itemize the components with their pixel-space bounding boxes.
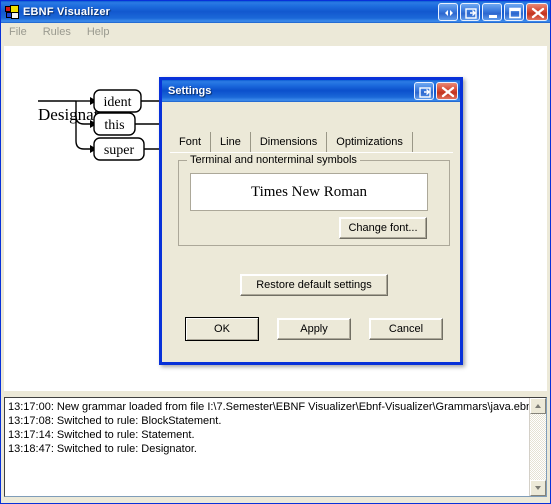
log-panel[interactable]: 13:17:00: New grammar loaded from file I…: [4, 397, 547, 497]
log-scrollbar[interactable]: [529, 398, 546, 496]
restore-down-icon[interactable]: [460, 3, 480, 21]
restore-defaults-button[interactable]: Restore default settings: [240, 274, 388, 296]
tab-font[interactable]: Font: [170, 132, 212, 152]
diagram-node-ident-label: ident: [104, 95, 132, 110]
change-font-button[interactable]: Change font...: [339, 217, 427, 239]
close-icon[interactable]: [436, 82, 458, 100]
apply-button[interactable]: Apply: [277, 318, 351, 340]
restore-down-icon[interactable]: [414, 82, 434, 100]
ok-button[interactable]: OK: [185, 317, 259, 341]
dialog-title: Settings: [168, 85, 212, 97]
font-preview-text: Times New Roman: [250, 183, 368, 200]
window-title-bar[interactable]: EBNF Visualizer: [1, 1, 550, 23]
log-line: 13:17:14: Switched to rule: Statement.: [8, 429, 195, 441]
log-text-area[interactable]: 13:17:00: New grammar loaded from file I…: [5, 398, 529, 496]
dialog-window-controls: [414, 82, 458, 100]
maximize-icon[interactable]: [504, 3, 524, 21]
close-icon[interactable]: [526, 3, 548, 21]
group-legend: Terminal and nonterminal symbols: [187, 154, 360, 166]
scrollbar-track[interactable]: [530, 414, 546, 480]
menu-item-file[interactable]: File: [7, 25, 35, 39]
menu-bar: File Rules Help: [1, 23, 550, 42]
tab-dimensions[interactable]: Dimensions: [251, 132, 328, 152]
arrows-lr-icon[interactable]: [438, 3, 458, 21]
tab-underline: [170, 152, 453, 153]
app-blocks-icon: [4, 4, 20, 20]
font-preview-box: Times New Roman: [190, 173, 428, 211]
tab-optimizations[interactable]: Optimizations: [327, 132, 413, 152]
scroll-up-icon[interactable]: [530, 398, 546, 414]
window-title: EBNF Visualizer: [23, 6, 111, 18]
log-line: 13:18:47: Switched to rule: Designator.: [8, 443, 197, 455]
log-line: 13:17:08: Switched to rule: BlockStateme…: [8, 415, 222, 427]
menu-item-help[interactable]: Help: [85, 25, 118, 39]
cancel-button[interactable]: Cancel: [369, 318, 443, 340]
window-controls: [438, 3, 548, 21]
main-window: EBNF Visualizer File Rules Help Designat…: [0, 0, 551, 504]
tab-line[interactable]: Line: [211, 132, 251, 152]
dialog-title-bar[interactable]: Settings: [159, 77, 463, 102]
terminal-symbols-group: Terminal and nonterminal symbols Times N…: [178, 154, 450, 246]
minimize-icon[interactable]: [482, 3, 502, 21]
settings-tabs: Font Line Dimensions Optimizations: [170, 132, 452, 152]
scroll-down-icon[interactable]: [530, 480, 546, 496]
dialog-body: Font Line Dimensions Optimizations Termi…: [162, 102, 460, 395]
menu-item-rules[interactable]: Rules: [41, 25, 79, 39]
diagram-node-super-label: super: [104, 143, 135, 158]
log-line: 13:17:00: New grammar loaded from file I…: [8, 401, 529, 413]
diagram-node-this-label: this: [104, 118, 124, 133]
settings-dialog: Settings Font Line Dimensions Optimizati…: [159, 77, 463, 365]
